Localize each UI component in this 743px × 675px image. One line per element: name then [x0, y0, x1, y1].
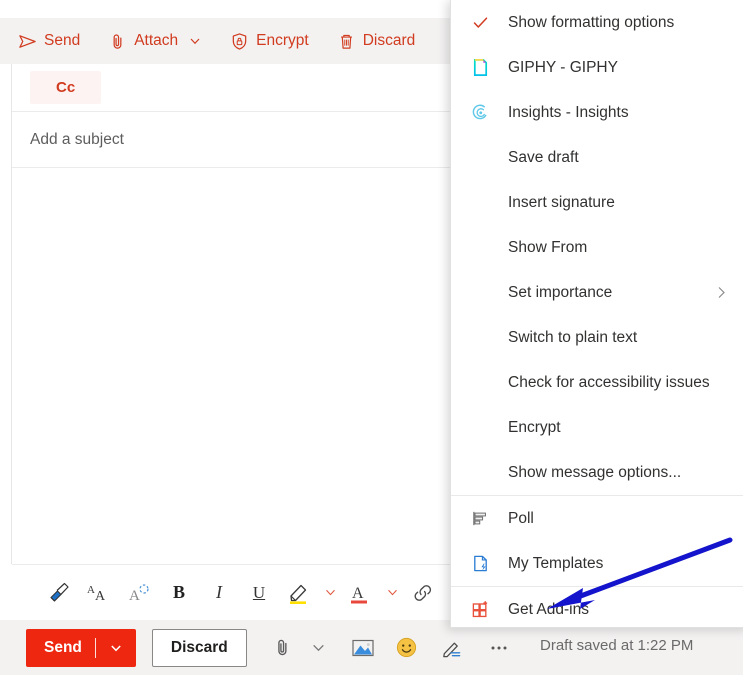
bold-icon[interactable]: B [160, 574, 198, 612]
italic-glyph: I [216, 582, 222, 602]
draft-saved-status: Draft saved at 1:22 PM [540, 637, 694, 654]
poll-icon [470, 509, 490, 529]
paperclip-icon [108, 32, 127, 51]
font-color-icon[interactable]: A [342, 574, 380, 612]
menu-item-label: Insights - Insights [508, 103, 629, 121]
menu-item-show-formatting-options[interactable]: Show formatting options [451, 0, 743, 45]
highlight-icon[interactable] [280, 574, 318, 612]
menu-item-label: Check for accessibility issues [508, 373, 710, 391]
more-options-menu: Show formatting options GIPHY - GIPHY In… [450, 0, 743, 628]
menu-item-save-draft[interactable]: Save draft [451, 135, 743, 180]
menu-icon-placeholder [470, 463, 490, 483]
svg-text:A: A [87, 584, 95, 596]
menu-icon-placeholder [470, 283, 490, 303]
menu-item-label: Show message options... [508, 463, 682, 481]
discard-command-label: Discard [362, 32, 416, 49]
svg-text:A: A [129, 588, 140, 604]
cc-chip[interactable]: Cc [30, 71, 102, 104]
encrypt-command-label: Encrypt [256, 32, 309, 49]
attach-command[interactable]: Attach [104, 28, 212, 55]
send-icon [18, 32, 37, 51]
menu-item-label: Switch to plain text [508, 328, 638, 346]
get-addins-icon [470, 600, 490, 620]
send-command[interactable]: Send [14, 28, 90, 55]
italic-icon[interactable]: I [200, 574, 238, 612]
format-painter-icon[interactable] [40, 574, 78, 612]
compose-email-window: Send Attach Encrypt Discard Cc Add a sub… [0, 0, 743, 675]
subject-input-placeholder[interactable]: Add a subject [30, 131, 124, 149]
font-color-chevron-icon[interactable] [382, 574, 402, 612]
menu-item-label: Get Add-ins [508, 600, 589, 618]
menu-item-set-importance[interactable]: Set importance [451, 270, 743, 315]
menu-icon-placeholder [470, 193, 490, 213]
clear-formatting-icon[interactable]: A [120, 574, 158, 612]
svg-text:A: A [95, 589, 106, 604]
bold-glyph: B [172, 582, 185, 602]
my-templates-icon [470, 554, 490, 574]
menu-item-check-accessibility[interactable]: Check for accessibility issues [451, 360, 743, 405]
giphy-icon [470, 58, 490, 78]
cc-field-row[interactable]: Cc [12, 64, 450, 112]
menu-item-insert-signature[interactable]: Insert signature [451, 180, 743, 225]
menu-item-insights[interactable]: Insights - Insights [451, 90, 743, 135]
menu-item-get-addins[interactable]: Get Add-ins [451, 587, 743, 627]
emoji-icon[interactable] [389, 629, 425, 667]
signature-ink-icon[interactable] [433, 629, 469, 667]
menu-item-my-templates[interactable]: My Templates [451, 541, 743, 586]
attach-chevron-icon[interactable] [301, 629, 337, 667]
menu-item-label: Poll [508, 509, 534, 527]
menu-item-encrypt[interactable]: Encrypt [451, 405, 743, 450]
chevron-down-icon[interactable] [188, 34, 202, 48]
attach-command-label: Attach [134, 32, 179, 49]
menu-item-label: Encrypt [508, 418, 561, 436]
menu-item-show-message-options[interactable]: Show message options... [451, 450, 743, 495]
menu-item-label: Insert signature [508, 193, 615, 211]
checkmark-icon [470, 13, 490, 33]
menu-item-label: Show From [508, 238, 588, 256]
menu-item-switch-to-plain-text[interactable]: Switch to plain text [451, 315, 743, 360]
send-button[interactable]: Send [26, 628, 136, 667]
underline-glyph: U [252, 582, 266, 602]
message-body-editor[interactable] [12, 168, 450, 563]
menu-icon-placeholder [470, 328, 490, 348]
discard-command[interactable]: Discard [333, 28, 426, 55]
insights-icon [470, 103, 490, 123]
menu-icon-placeholder [470, 373, 490, 393]
more-options-icon[interactable] [481, 629, 517, 667]
highlight-chevron-icon[interactable] [320, 574, 340, 612]
attach-icon[interactable] [265, 629, 301, 667]
menu-icon-placeholder [470, 238, 490, 258]
menu-item-label: Set importance [508, 283, 613, 301]
menu-item-label: Save draft [508, 148, 579, 166]
menu-icon-placeholder [470, 418, 490, 438]
menu-item-poll[interactable]: Poll [451, 496, 743, 541]
send-button-divider [94, 637, 96, 658]
menu-icon-placeholder [470, 148, 490, 168]
insert-picture-icon[interactable] [345, 629, 381, 667]
menu-item-label: Show formatting options [508, 13, 675, 31]
subject-field-row[interactable]: Add a subject [12, 113, 450, 168]
svg-text:A: A [352, 585, 364, 602]
chevron-right-icon [714, 285, 729, 300]
shield-lock-icon [230, 32, 249, 51]
underline-icon[interactable]: U [240, 574, 278, 612]
send-options-chevron-icon[interactable] [96, 641, 136, 655]
grow-font-icon[interactable]: A A [80, 574, 118, 612]
menu-item-label: My Templates [508, 554, 604, 572]
trash-icon [337, 32, 356, 51]
menu-item-giphy[interactable]: GIPHY - GIPHY [451, 45, 743, 90]
discard-button[interactable]: Discard [151, 628, 247, 667]
send-button-label: Send [44, 638, 82, 656]
formatting-toolbar: A A A B I U A [12, 564, 450, 620]
send-command-label: Send [44, 32, 81, 49]
link-icon[interactable] [404, 574, 442, 612]
menu-item-show-from[interactable]: Show From [451, 225, 743, 270]
menu-item-label: GIPHY - GIPHY [508, 58, 618, 76]
encrypt-command[interactable]: Encrypt [226, 28, 319, 55]
